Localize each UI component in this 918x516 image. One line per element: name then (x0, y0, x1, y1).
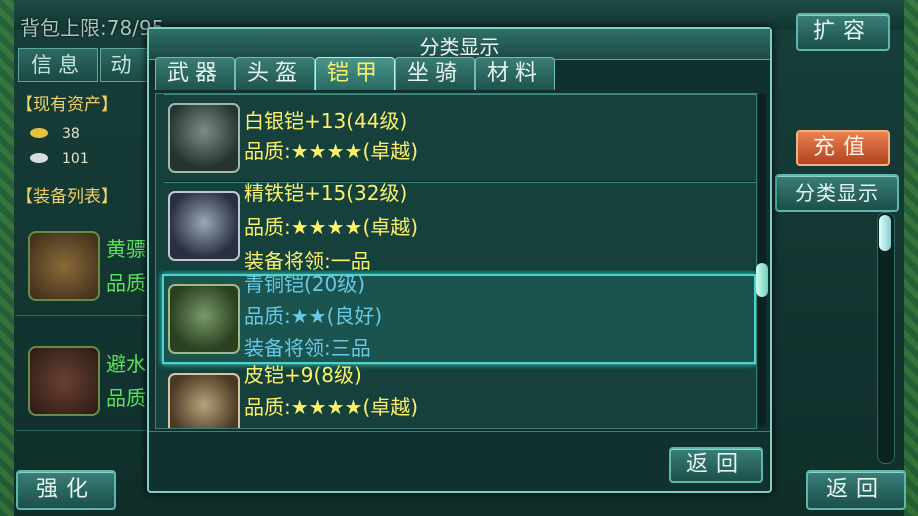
equip-name: 避水 (106, 352, 146, 376)
item-quality: 品质:★★★★(卓越) (244, 139, 419, 163)
item-quality: 品质:★★(良好) (244, 304, 383, 328)
tab-armor[interactable]: 铠甲 (315, 57, 395, 90)
expand-button[interactable]: 扩容 (796, 13, 890, 51)
list-scroll-thumb[interactable] (879, 215, 891, 251)
tab-mount[interactable]: 坐骑 (395, 57, 475, 90)
list-scrollbar[interactable] (877, 212, 895, 464)
classify-button[interactable]: 分类显示 (775, 174, 899, 212)
classify-modal: 分类显示 武器 头盔 铠甲 坐骑 材料 白银铠+13(44级) 品质:★★★★(… (147, 27, 772, 493)
leather-armor-icon (168, 373, 240, 428)
modal-scroll-thumb[interactable] (756, 263, 768, 297)
gold-amount: 38 (62, 126, 80, 142)
list-item[interactable]: 皮铠+9(8级) 品质:★★★★(卓越) (164, 363, 756, 428)
tab-helmet[interactable]: 头盔 (235, 57, 315, 90)
item-equipped-general: 装备将领:三品 (244, 336, 371, 360)
tab-weapon[interactable]: 武器 (155, 57, 235, 90)
tab-material[interactable]: 材料 (475, 57, 555, 90)
enhance-button[interactable]: 强化 (16, 470, 116, 510)
equip-quality: 品质 (106, 386, 146, 410)
equip-quality: 品质 (106, 271, 146, 295)
recharge-button[interactable]: 充值 (796, 130, 890, 166)
item-name: 白银铠+13(44级) (244, 109, 408, 133)
item-name: 青铜铠(20级) (244, 272, 366, 296)
bag-limit: 背包上限:78/95 (20, 12, 164, 41)
decorative-border-left (0, 0, 14, 516)
equip-list-title: 【装备列表】 (16, 187, 118, 207)
item-list: 白银铠+13(44级) 品质:★★★★(卓越) 精铁铠+15(32级) 品质:★… (155, 93, 757, 429)
item-name: 精铁铠+15(32级) (244, 181, 408, 205)
item-quality: 品质:★★★★(卓越) (244, 395, 419, 419)
assets-title: 【现有资产】 (16, 95, 118, 115)
list-item[interactable]: 白银铠+13(44级) 品质:★★★★(卓越) (164, 94, 756, 182)
horse-icon (28, 231, 100, 301)
equip-card[interactable]: 避水 品质 (16, 330, 152, 431)
back-button[interactable]: 返回 (806, 470, 906, 510)
bronze-armor-icon (168, 284, 240, 354)
equip-name: 黄骠 (106, 237, 146, 261)
modal-scrollbar[interactable] (756, 93, 768, 427)
modal-title: 分类显示 (419, 35, 500, 59)
item-name: 皮铠+9(8级) (244, 363, 362, 387)
equip-card[interactable]: 黄骠 品质 (16, 215, 152, 316)
modal-back-button[interactable]: 返回 (669, 447, 763, 483)
silver-icon (30, 153, 48, 163)
sword-icon (28, 346, 100, 416)
list-item[interactable]: 精铁铠+15(32级) 品质:★★★★(卓越) 装备将领:一品 (164, 181, 756, 273)
silver-armor-icon (168, 103, 240, 173)
silver-amount: 101 (62, 151, 89, 167)
bag-limit-label: 背包上限: (20, 16, 107, 40)
side-tab-second[interactable]: 动 (100, 48, 148, 82)
gold-icon (30, 128, 48, 138)
list-item-selected[interactable]: 青铜铠(20级) 品质:★★(良好) 装备将领:三品 (162, 272, 756, 364)
iron-armor-icon (168, 191, 240, 261)
item-quality: 品质:★★★★(卓越) (244, 215, 419, 239)
decorative-border-right (904, 0, 918, 516)
side-tab-info[interactable]: 信息 (18, 48, 98, 82)
